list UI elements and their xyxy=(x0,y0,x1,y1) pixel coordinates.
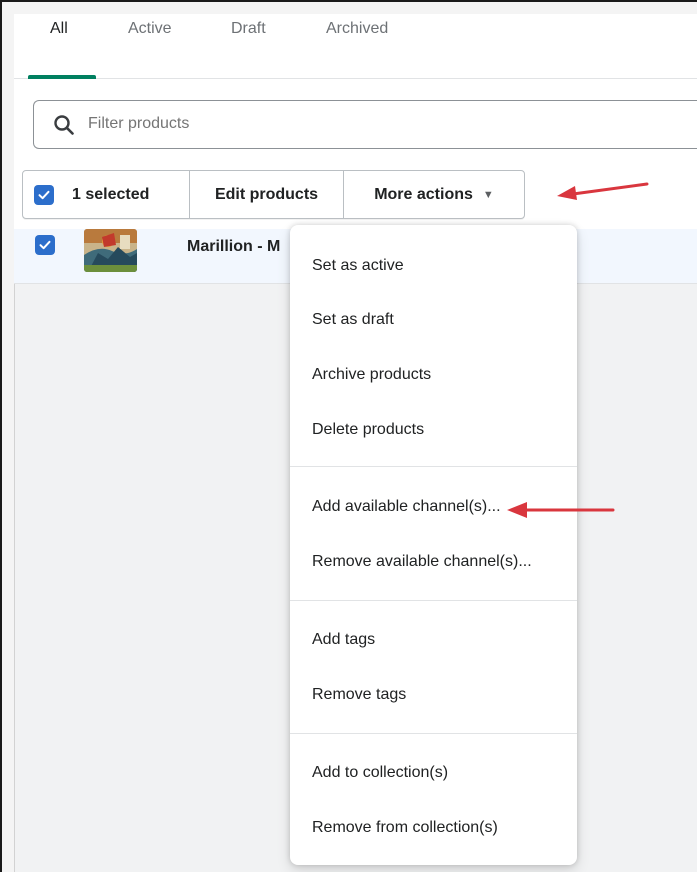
edit-products-label: Edit products xyxy=(214,185,319,203)
product-thumbnail xyxy=(84,229,137,272)
more-actions-menu: Set as active Set as draft Archive produ… xyxy=(290,225,577,865)
bulk-actions-group: 1 selected Edit products More actions ▼ xyxy=(22,170,525,219)
menu-item-remove-from-collections[interactable]: Remove from collection(s) xyxy=(312,819,498,837)
select-all-toggle[interactable]: 1 selected xyxy=(23,171,190,218)
tab-draft[interactable]: Draft xyxy=(231,20,266,38)
product-row-checkbox[interactable] xyxy=(35,235,55,255)
more-actions-label: More actions xyxy=(374,185,473,203)
more-actions-button[interactable]: More actions ▼ xyxy=(344,171,524,218)
annotation-arrow-icon xyxy=(557,182,649,200)
menu-item-set-active[interactable]: Set as active xyxy=(312,257,404,275)
select-all-checkbox[interactable] xyxy=(34,184,54,205)
checkmark-icon xyxy=(39,240,51,250)
tab-archived[interactable]: Archived xyxy=(326,20,388,38)
edit-products-button[interactable]: Edit products xyxy=(190,171,344,218)
menu-divider xyxy=(290,466,577,467)
menu-item-remove-channels[interactable]: Remove available channel(s)... xyxy=(312,553,532,571)
menu-item-set-draft[interactable]: Set as draft xyxy=(312,311,394,329)
tab-active[interactable]: Active xyxy=(128,20,172,38)
tab-all[interactable]: All xyxy=(50,20,68,38)
filter-products-input[interactable] xyxy=(88,115,388,133)
search-icon xyxy=(54,115,74,135)
menu-item-add-to-collections[interactable]: Add to collection(s) xyxy=(312,764,448,782)
selected-count-label: 1 selected xyxy=(72,185,150,203)
menu-item-add-channels[interactable]: Add available channel(s)... xyxy=(312,498,501,516)
menu-divider xyxy=(290,600,577,601)
product-title[interactable]: Marillion - M xyxy=(187,238,280,256)
menu-item-add-tags[interactable]: Add tags xyxy=(312,631,375,649)
annotation-arrow-icon xyxy=(507,502,615,518)
caret-down-icon: ▼ xyxy=(482,188,494,201)
menu-divider xyxy=(290,733,577,734)
checkmark-icon xyxy=(38,190,50,199)
menu-item-remove-tags[interactable]: Remove tags xyxy=(312,686,406,704)
menu-item-delete-products[interactable]: Delete products xyxy=(312,421,424,439)
menu-item-archive-products[interactable]: Archive products xyxy=(312,366,431,384)
